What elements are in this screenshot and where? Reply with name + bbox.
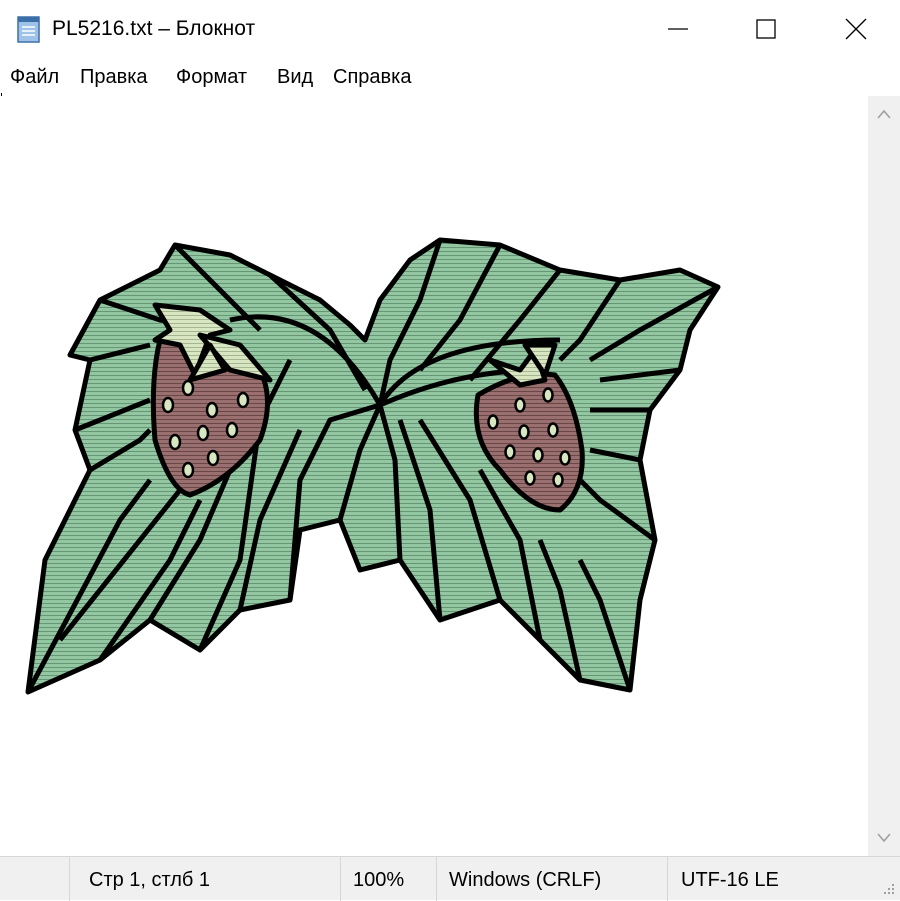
menu-bar: Файл Правка Формат Вид Справка: [0, 62, 900, 92]
scroll-up-button[interactable]: [868, 102, 900, 126]
status-separator: [69, 857, 70, 901]
status-separator: [340, 857, 341, 901]
menu-format[interactable]: Формат: [174, 64, 249, 90]
zoom-level: 100%: [353, 869, 405, 891]
window-title: PL5216.txt – Блокнот: [52, 17, 256, 40]
minimize-icon: [668, 28, 688, 30]
status-separator: [436, 857, 437, 901]
maximize-icon: [756, 19, 776, 39]
cursor-position: Стр 1, стлб 1: [89, 869, 211, 891]
status-bar: Стр 1, стлб 1 100% Windows (CRLF) UTF-16…: [0, 856, 900, 901]
resize-grip-icon[interactable]: [882, 882, 896, 896]
menu-file[interactable]: Файл: [8, 64, 61, 90]
chevron-up-icon: [877, 109, 891, 119]
status-separator: [667, 857, 668, 901]
maximize-button[interactable]: [720, 0, 812, 58]
menu-view[interactable]: Вид: [275, 64, 315, 90]
strawberry-artwork: [25, 237, 721, 695]
scroll-down-button[interactable]: [868, 826, 900, 850]
title-bar[interactable]: PL5216.txt – Блокнот: [0, 0, 900, 58]
close-icon: [845, 18, 867, 40]
minimize-button[interactable]: [632, 0, 724, 58]
line-endings: Windows (CRLF): [449, 869, 602, 891]
menu-help[interactable]: Справка: [331, 64, 413, 90]
menu-edit[interactable]: Правка: [78, 64, 150, 90]
vertical-scrollbar[interactable]: [868, 96, 900, 856]
text-editor[interactable]: [0, 96, 868, 856]
chevron-down-icon: [877, 833, 891, 843]
close-button[interactable]: [810, 0, 900, 58]
notepad-icon: [17, 16, 40, 43]
encoding: UTF-16 LE: [681, 869, 779, 891]
